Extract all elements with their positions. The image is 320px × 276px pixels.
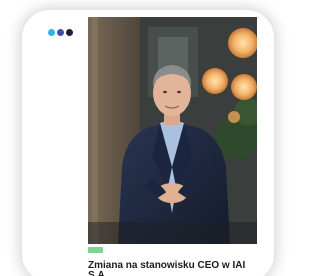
- news-card[interactable]: Zmiana na stanowisku CEO w IAI S.A.: [22, 10, 274, 276]
- ceo-portrait-image: [88, 17, 257, 244]
- dot-icon: [48, 29, 55, 36]
- category-badge: [88, 247, 103, 253]
- screen: Zmiana na stanowisku CEO w IAI S.A.: [0, 0, 276, 276]
- dot-icon: [66, 29, 73, 36]
- article-photo[interactable]: [88, 17, 257, 244]
- dot-icon: [57, 29, 64, 36]
- window-dots: [48, 29, 73, 36]
- article-headline[interactable]: Zmiana na stanowisku CEO w IAI S.A.: [88, 261, 264, 276]
